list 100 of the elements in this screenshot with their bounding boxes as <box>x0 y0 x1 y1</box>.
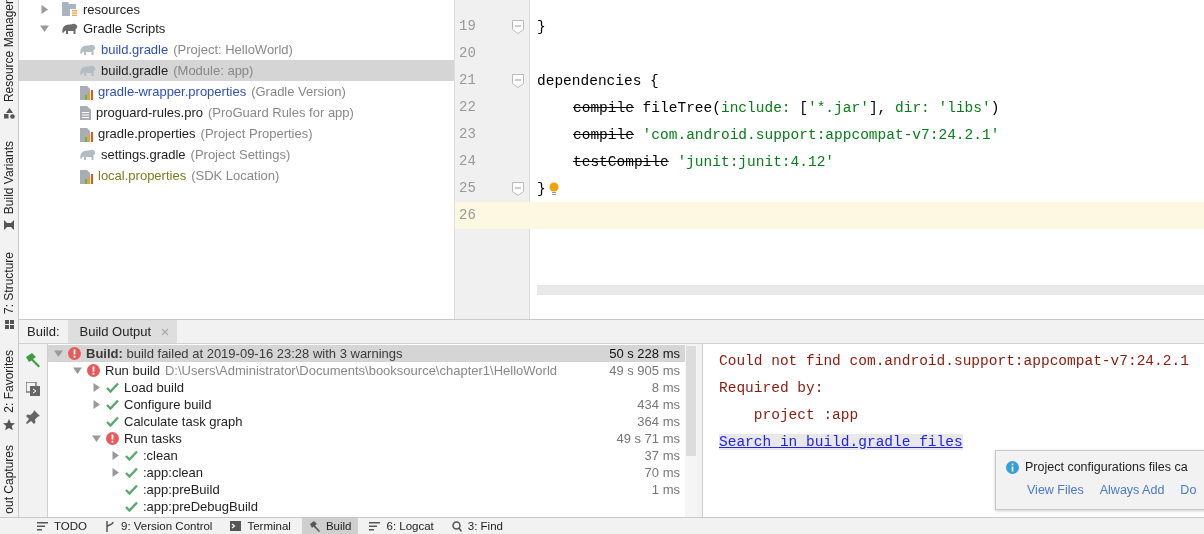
build-tree-row[interactable]: :app:preDebugBuild <box>48 498 685 515</box>
project-tree-item[interactable]: settings.gradle (Project Settings) <box>19 144 454 165</box>
line-number: 22 <box>458 98 477 117</box>
project-tree-item[interactable]: resources <box>19 0 454 18</box>
project-tree-item[interactable]: build.gradle (Project: HelloWorld) <box>19 39 454 60</box>
line-number: 21 <box>458 71 477 90</box>
tree-arrow-icon[interactable] <box>54 349 63 358</box>
fold-icon[interactable] <box>511 73 524 88</box>
check-icon <box>125 450 138 461</box>
bar-chart-file-icon <box>80 83 93 100</box>
build-tree-row[interactable]: Run tasks 49 s 71 ms <box>48 430 685 447</box>
tree-arrow-icon[interactable] <box>111 451 120 460</box>
bar-chart-file-icon <box>80 125 93 142</box>
code-line: } <box>537 18 546 35</box>
elephant-icon <box>80 149 96 160</box>
build-tree-row[interactable]: Load build 8 ms <box>48 379 685 396</box>
tree-arrow-icon[interactable] <box>40 24 49 33</box>
hammer-icon[interactable] <box>25 352 41 368</box>
close-icon[interactable] <box>161 327 170 336</box>
list-icon <box>37 521 48 531</box>
console-error-text: project :app <box>752 406 860 425</box>
line-number: 19 <box>458 17 477 36</box>
line-number: 23 <box>458 125 477 144</box>
error-icon <box>68 347 81 360</box>
line-number: 24 <box>458 152 477 171</box>
hammer-icon <box>308 520 320 532</box>
tree-arrow-icon[interactable] <box>92 383 101 392</box>
tree-arrow-icon[interactable] <box>73 366 82 375</box>
check-icon <box>106 399 119 410</box>
tool-window-button[interactable]: 3: Find <box>444 518 510 534</box>
code-line: compile fileTree(include: ['*.jar'], dir: 'libs') <box>572 99 1000 116</box>
project-tree-item[interactable]: build.gradle (Module: app) <box>19 60 454 81</box>
notification-action-link[interactable]: View Files <box>1027 483 1084 497</box>
notification-action-link[interactable]: Do <box>1180 483 1197 497</box>
pin-icon[interactable] <box>26 410 40 424</box>
tool-window-button[interactable]: 6: Logcat <box>362 518 441 534</box>
tree-arrow-icon[interactable] <box>111 468 120 477</box>
code-line: dependencies { <box>537 72 659 89</box>
elephant-icon <box>80 44 96 55</box>
build-tree-row[interactable]: :app:clean 70 ms <box>48 464 685 481</box>
build-tree-row[interactable]: Calculate task graph 364 ms <box>48 413 685 430</box>
project-tree-item[interactable]: Gradle Scripts <box>19 18 454 39</box>
check-icon <box>106 382 119 393</box>
check-icon <box>125 501 138 512</box>
notification-text: Project configurations files ca <box>1025 460 1188 474</box>
project-tree-item[interactable]: proguard-rules.pro (ProGuard Rules for app) <box>19 102 454 123</box>
tool-window-button[interactable]: TODO <box>30 518 94 534</box>
project-tree-item[interactable]: gradle.properties (Project Properties) <box>19 123 454 144</box>
build-output-tab[interactable]: Build Output <box>67 320 178 343</box>
folder-icon <box>62 2 78 16</box>
star-icon <box>3 418 15 431</box>
project-tree-item[interactable]: gradle-wrapper.properties (Gradle Version) <box>19 81 454 102</box>
code-line: } <box>537 180 546 197</box>
tool-window-button[interactable]: 9: Version Control <box>98 518 220 534</box>
build-tree-row[interactable]: Configure build 434 ms <box>48 396 685 413</box>
build-tree-row[interactable]: Build: build failed at 2019-09-16 23:28 with 3 warnings 50 s 228 ms <box>48 345 685 362</box>
tool-window-button[interactable]: Build <box>301 518 359 534</box>
error-icon <box>87 364 100 377</box>
terminal-icon <box>230 521 242 531</box>
build-tree-row[interactable]: :clean 37 ms <box>48 447 685 464</box>
info-icon <box>1006 460 1019 474</box>
build-tree-row[interactable]: Run build D:\Users\Administrator\Documents\booksource\chapter1\HelloWorld 49 s 905 ms <box>48 362 685 379</box>
tool-window-button[interactable]: Terminal <box>223 518 298 534</box>
code-line: testCompile 'junit:junit:4.12' <box>572 153 835 170</box>
error-icon <box>106 432 119 445</box>
console-error-text: Required by: <box>719 379 825 398</box>
bar-chart-file-icon <box>80 167 93 184</box>
lightbulb-icon[interactable] <box>548 182 559 195</box>
search-icon <box>451 520 462 532</box>
check-icon <box>125 467 138 478</box>
tree-arrow-icon[interactable] <box>92 400 101 409</box>
notification-action-link[interactable]: Always Add <box>1099 483 1165 497</box>
console-icon[interactable] <box>26 382 40 396</box>
list-icon <box>369 521 381 531</box>
panel-label: Build: <box>26 323 61 341</box>
text-file-icon <box>80 105 91 120</box>
project-tree-item[interactable]: local.properties (SDK Location) <box>19 165 454 186</box>
code-line: compile 'com.android.support:appcompat-v7:24.2.1' <box>572 126 1000 143</box>
check-icon <box>106 416 119 427</box>
tool-window-tab[interactable]: Build Variants <box>2 141 16 215</box>
tool-window-tab[interactable]: 7: Structure <box>2 252 16 315</box>
tool-window-tab[interactable]: 2: Favorites <box>2 350 16 413</box>
grid-icon <box>4 320 14 330</box>
elephant-icon <box>62 23 78 34</box>
tree-arrow-icon[interactable] <box>92 434 101 443</box>
fold-icon[interactable] <box>511 181 524 196</box>
line-number: 20 <box>458 44 477 63</box>
search-link[interactable]: Search in build.gradle files <box>719 434 963 450</box>
branch-icon <box>105 520 115 532</box>
check-icon <box>125 484 138 495</box>
build-tree-row[interactable]: :app:preBuild 1 ms <box>48 481 685 498</box>
shapes-icon <box>3 108 15 120</box>
robot-icon <box>3 220 15 231</box>
console-error-text: Could not find com.android.support:appcompat-v7:24.2.1 <box>719 352 1190 371</box>
tool-window-tab[interactable]: out Captures <box>2 444 16 514</box>
line-number: 25 <box>458 179 477 198</box>
tree-arrow-icon[interactable] <box>40 4 49 14</box>
tool-window-tab[interactable]: Resource Manager <box>2 0 16 103</box>
fold-icon[interactable] <box>511 19 524 34</box>
elephant-icon <box>80 65 96 76</box>
